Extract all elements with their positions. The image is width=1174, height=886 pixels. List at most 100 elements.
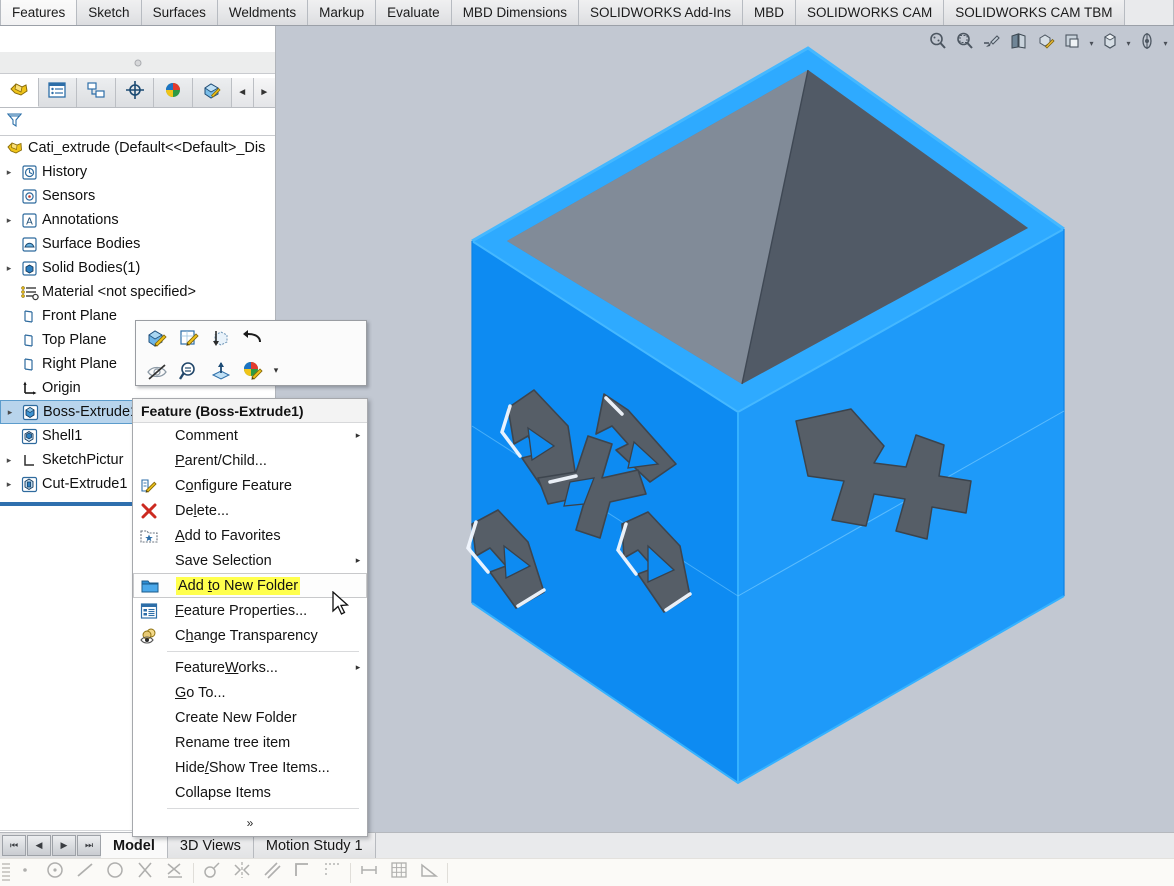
previous-view-button[interactable] <box>979 31 1005 55</box>
offset-entities-tool[interactable] <box>257 860 287 886</box>
ribbon-tab-mbd[interactable]: MBD <box>743 0 797 25</box>
context-menu-item-go-to[interactable]: Go To... <box>133 680 367 705</box>
context-menu-item-create-new-folder[interactable]: Create New Folder <box>133 705 367 730</box>
line-tool[interactable] <box>70 860 100 886</box>
context-menu-item-add-to-new-folder[interactable]: Add to New Folder <box>133 573 367 598</box>
grid-settings-tool[interactable] <box>384 860 414 886</box>
context-menu-item-delete[interactable]: Delete... <box>133 498 367 523</box>
tree-item-cati-extrude-default-default-dis[interactable]: Cati_extrude (Default<<Default>_Dis <box>0 136 276 160</box>
ribbon-tab-features[interactable]: Features <box>0 0 78 25</box>
zoom-selection-icon[interactable] <box>174 357 204 385</box>
context-menu-item-change-transparency[interactable]: Change Transparency <box>133 623 367 648</box>
extend-entities-tool[interactable] <box>160 860 190 886</box>
ribbon-tab-weldments[interactable]: Weldments <box>217 0 309 25</box>
context-menu-item-add-to-favorites[interactable]: Add to Favorites <box>133 523 367 548</box>
edit-feature-icon[interactable] <box>142 324 172 352</box>
display-style-caret-icon[interactable]: ▾ <box>1087 39 1096 48</box>
last-tab-button[interactable]: ⏭ <box>77 835 101 856</box>
mirror-icon <box>231 859 253 886</box>
ribbon-tab-solidworks-cam-tbm[interactable]: SOLIDWORKS CAM TBM <box>944 0 1125 25</box>
context-menu-item-hide-show-tree-items[interactable]: Hide/Show Tree Items... <box>133 755 367 780</box>
suppress-arrow-icon[interactable] <box>238 324 268 352</box>
smart-dimension-tool[interactable] <box>354 860 384 886</box>
expand-chevron-icon[interactable]: ▸ <box>0 215 18 226</box>
point-tool[interactable] <box>10 860 40 886</box>
display-style-button[interactable] <box>1060 31 1086 55</box>
configuration-manager-tab[interactable] <box>77 78 116 107</box>
property-manager-tab[interactable] <box>38 78 78 107</box>
expand-menu-chevron-icon[interactable]: » <box>133 812 367 834</box>
scroll-right-button[interactable]: ► <box>253 78 276 107</box>
ellipse-tool[interactable] <box>100 860 130 886</box>
mirror-entities-tool[interactable] <box>227 860 257 886</box>
tree-filter-bar[interactable] <box>0 108 276 136</box>
feature-context-menu[interactable]: Feature (Boss-Extrude1) Comment ▸ Parent/C… <box>132 398 368 837</box>
ribbon-tab-solidworks-add-ins[interactable]: SOLIDWORKS Add-Ins <box>578 0 744 25</box>
tree-item-history[interactable]: ▸ History <box>0 160 276 184</box>
tree-item-sensors[interactable]: Sensors <box>0 184 276 208</box>
ribbon-tab-surfaces[interactable]: Surfaces <box>141 0 218 25</box>
tree-item-boss-extrude1[interactable]: ▸ Boss-Extrude1 <box>0 400 142 424</box>
expand-chevron-icon[interactable]: ▸ <box>0 479 18 490</box>
context-mini-toolbar[interactable]: ▾ <box>135 320 367 386</box>
ribbon-tab-filler <box>1124 0 1174 25</box>
rollback-icon[interactable] <box>206 324 236 352</box>
ribbon-tab-markup[interactable]: Markup <box>308 0 377 25</box>
arc-tool[interactable] <box>197 860 227 886</box>
expand-chevron-icon[interactable]: ▸ <box>0 263 18 274</box>
ribbon-tab-sketch[interactable]: Sketch <box>77 0 142 25</box>
expand-chevron-icon[interactable]: ▸ <box>0 455 18 466</box>
context-menu-item-featureworks[interactable]: FeatureWorks... ▸ <box>133 655 367 680</box>
normal-to-icon[interactable] <box>206 357 236 385</box>
next-tab-button[interactable]: ▶ <box>52 835 76 856</box>
hide-eye-icon[interactable] <box>142 357 172 385</box>
context-menu-item-rename-tree-item[interactable]: Rename tree item <box>133 730 367 755</box>
context-menu-separator <box>167 808 359 809</box>
scroll-left-button[interactable]: ◄ <box>231 78 254 107</box>
tree-item-surface-bodies[interactable]: Surface Bodies <box>0 232 276 256</box>
appearance-sphere-icon[interactable] <box>238 357 268 385</box>
tree-item-annotations[interactable]: ▸ A Annotations <box>0 208 276 232</box>
expand-chevron-icon[interactable]: ▸ <box>0 167 18 178</box>
heads-up-view-toolbar[interactable]: ▾ ▾ ▾ <box>925 30 1170 56</box>
trim-entities-tool[interactable] <box>130 860 160 886</box>
context-menu-item-configure-feature[interactable]: Configure Feature <box>133 473 367 498</box>
apply-scene-caret-icon[interactable]: ▾ <box>1161 39 1170 48</box>
edit-sketch-icon[interactable] <box>174 324 204 352</box>
ribbon-tab-solidworks-cam[interactable]: SOLIDWORKS CAM <box>796 0 945 25</box>
toolbar-grip-icon[interactable] <box>2 862 10 883</box>
display-manager-tab[interactable] <box>154 78 193 107</box>
apply-scene-button[interactable] <box>1134 31 1160 55</box>
first-tab-button[interactable]: ⏮ <box>2 835 26 856</box>
context-menu-item-collapse-items[interactable]: Collapse Items <box>133 780 367 805</box>
circle-tool[interactable] <box>40 860 70 886</box>
expand-chevron-icon[interactable]: ▸ <box>1 407 19 418</box>
previous-tab-button[interactable]: ◀ <box>27 835 51 856</box>
linear-pattern-tool[interactable] <box>317 860 347 886</box>
angle-dimension-tool[interactable] <box>414 860 444 886</box>
appearance-dropdown-caret-icon[interactable]: ▾ <box>270 365 282 376</box>
context-menu-item-comment[interactable]: Comment ▸ <box>133 423 367 448</box>
hide-show-items-caret-icon[interactable]: ▾ <box>1124 39 1133 48</box>
zoom-to-fit-button[interactable] <box>925 31 951 55</box>
zoom-to-area-button[interactable] <box>952 31 978 55</box>
ribbon-tab-mbd-dimensions[interactable]: MBD Dimensions <box>451 0 579 25</box>
cam-feature-tree-tab[interactable] <box>192 78 232 107</box>
extend-icon <box>164 859 186 886</box>
context-menu-item-save-selection[interactable]: Save Selection ▸ <box>133 548 367 573</box>
context-menu-item-parent-child[interactable]: Parent/Child... <box>133 448 367 473</box>
context-menu-item-label: Create New Folder <box>175 709 297 726</box>
hide-show-items-button[interactable] <box>1097 31 1123 55</box>
graphics-viewport[interactable]: ▾ ▾ ▾ <box>276 26 1174 832</box>
corner-rectangle-tool[interactable] <box>287 860 317 886</box>
rollback-bar[interactable] <box>0 502 132 506</box>
dimxpert-manager-tab[interactable] <box>115 78 155 107</box>
panel-splitter-handle[interactable] <box>0 52 276 74</box>
tree-item-material-not-specified[interactable]: Material <not specified> <box>0 280 276 304</box>
view-orientation-button[interactable] <box>1033 31 1059 55</box>
tree-item-solid-bodies-1[interactable]: ▸ Solid Bodies(1) <box>0 256 276 280</box>
ribbon-tab-evaluate[interactable]: Evaluate <box>376 0 452 25</box>
feature-tree-tab[interactable] <box>0 78 39 107</box>
section-view-button[interactable] <box>1006 31 1032 55</box>
context-menu-item-feature-properties[interactable]: Feature Properties... <box>133 598 367 623</box>
